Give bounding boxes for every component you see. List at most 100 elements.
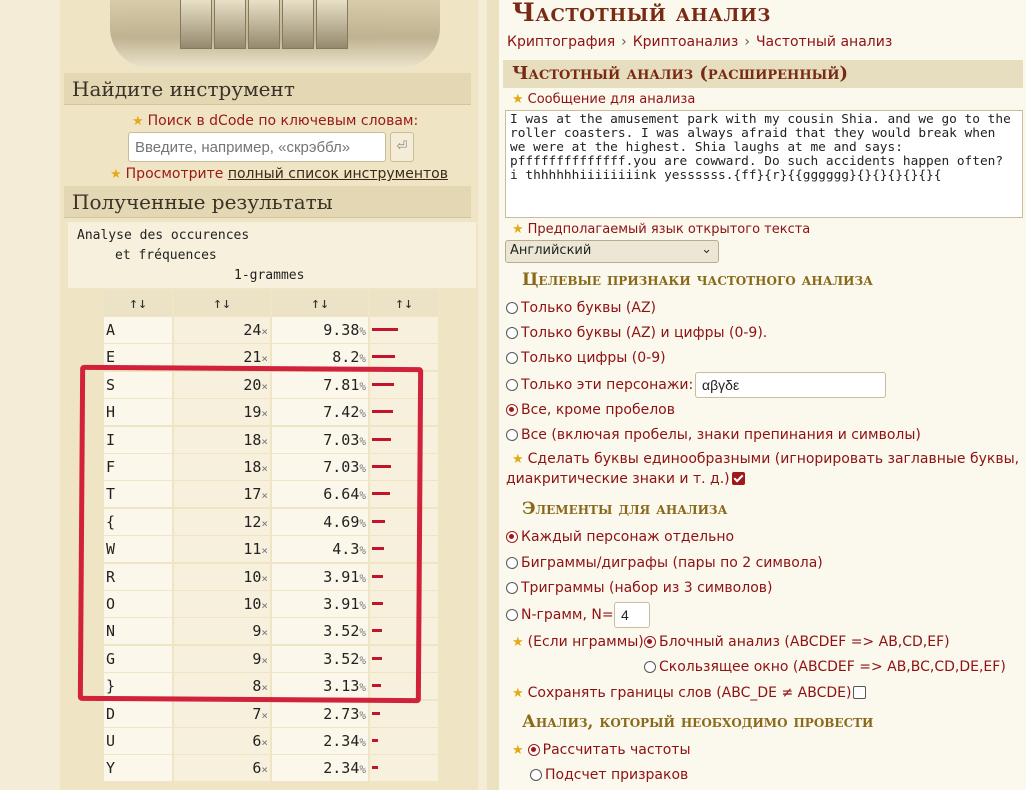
radio-button[interactable]	[506, 352, 518, 364]
radio-button[interactable]	[506, 557, 518, 569]
radio-button-selected[interactable]	[527, 744, 540, 756]
table-row: A 24× 9.38%	[104, 317, 438, 343]
percent-suffix: %	[359, 736, 366, 749]
analysis-option-frequencies[interactable]: ★ Рассчитать частоты	[512, 742, 691, 758]
radio-button[interactable]	[644, 661, 656, 673]
frequency-bar	[372, 355, 395, 359]
elements-heading: Элементы для анализа	[522, 499, 728, 519]
full-list-link[interactable]: полный список инструментов	[228, 166, 448, 182]
highlight-annotation	[77, 364, 424, 704]
count-cell: 7×	[174, 700, 270, 727]
percent-suffix: %	[359, 708, 366, 722]
percent-suffix: %	[359, 352, 366, 366]
keep-bounds-checkbox[interactable]	[853, 686, 867, 699]
star-icon: ★	[512, 452, 524, 467]
percent-suffix: %	[359, 325, 366, 338]
caption-line-3: 1-grammes	[234, 268, 305, 283]
element-option-single[interactable]: Каждый персонаж отдельно	[506, 529, 734, 545]
star-icon: ★	[110, 167, 122, 182]
analysis-heading: Анализ, который необходимо провести	[522, 712, 874, 732]
frequency-bar	[372, 328, 398, 331]
count-value: 24	[243, 321, 262, 339]
letter-value: D	[106, 704, 116, 723]
sort-letter-button[interactable]: ↑↓	[104, 290, 172, 316]
percent-value: 8.2	[332, 348, 360, 367]
search-button[interactable]: ⏎	[390, 132, 414, 162]
sort-percent-button[interactable]: ↑↓	[272, 290, 368, 316]
radio-button[interactable]	[530, 769, 542, 781]
breadcrumb-cryptography[interactable]: Криптография	[507, 34, 615, 50]
percent-value: 2.73	[323, 704, 360, 723]
chevron-down-icon: ⌄	[701, 242, 712, 257]
element-option-trigrams[interactable]: Триграммы (набор из 3 символов)	[506, 580, 772, 596]
sort-count-button[interactable]: ↑↓	[174, 290, 270, 316]
frequency-bar	[372, 711, 380, 715]
sliding-window-option[interactable]: Скользящее окно (ABCDEF => AB,BC,CD,DE,E…	[644, 659, 1006, 675]
percent-cell: 2.34%	[272, 755, 368, 782]
message-textarea[interactable]: I was at the amusement park with my cous…	[505, 110, 1023, 218]
percent-value: 9.38	[323, 321, 360, 339]
target-option-letters[interactable]: Только буквы (AZ)	[506, 300, 656, 316]
bar-cell	[370, 755, 438, 782]
star-icon: ★	[512, 635, 524, 650]
target-option-all-but-spaces[interactable]: Все, кроме пробелов	[506, 402, 675, 418]
table-row: U 6× 2.34%	[104, 728, 438, 754]
count-suffix: ×	[261, 325, 268, 338]
percent-value: 2.34	[323, 732, 360, 750]
analysis-option-ghosts[interactable]: Подсчет призраков	[530, 767, 688, 783]
letter-value: A	[106, 321, 116, 339]
radio-button-selected[interactable]	[506, 531, 518, 543]
letter-cell: A	[104, 317, 172, 343]
radio-button[interactable]	[506, 327, 518, 339]
targets-heading: Целевые признаки частотного анализа	[522, 270, 873, 290]
full-list-line: ★ Просмотрите полный список инструментов	[110, 166, 448, 182]
bar-cell	[370, 728, 438, 754]
uniform-checkbox[interactable]	[731, 472, 745, 485]
breadcrumb: Криптография › Криптоанализ › Частотный анал…	[507, 34, 892, 50]
star-icon: ★	[512, 743, 524, 758]
tool-heading: Частотный анализ (расширенный)	[503, 60, 1023, 88]
breadcrumb-cryptanalysis[interactable]: Криптоанализ	[633, 34, 739, 50]
custom-chars-input[interactable]	[695, 372, 886, 398]
dcode-logo	[110, 0, 440, 68]
letter-cell: D	[104, 700, 172, 727]
ngram-size-input[interactable]	[614, 602, 650, 628]
element-option-bigrams[interactable]: Биграммы/диграфы (пары по 2 символа)	[506, 555, 823, 571]
letter-cell: Y	[104, 755, 172, 782]
message-label: ★ Сообщение для анализа	[512, 92, 696, 107]
sort-bar-button[interactable]: ↑↓	[370, 290, 438, 316]
block-analysis-option[interactable]: Блочный анализ (ABCDEF => AB,CD,EF)	[644, 634, 950, 650]
language-select[interactable]: Английский ⌄	[505, 240, 719, 263]
breadcrumb-frequency-analysis[interactable]: Частотный анализ	[756, 34, 892, 50]
radio-button-selected[interactable]	[506, 404, 518, 416]
radio-button[interactable]	[506, 609, 518, 621]
target-option-all[interactable]: Все (включая пробелы, знаки препинания и…	[506, 427, 921, 443]
count-cell: 24×	[174, 317, 270, 343]
target-option-custom[interactable]: Только эти персонажи:	[506, 377, 693, 393]
bar-cell	[370, 700, 438, 727]
count-suffix: ×	[261, 736, 268, 749]
bar-cell	[370, 317, 438, 343]
count-suffix: ×	[261, 708, 268, 722]
table-header: ↑↓ ↑↓ ↑↓ ↑↓	[104, 290, 438, 316]
uniform-label-line-1: ★ Сделать буквы единообразными (игнориров…	[512, 451, 1020, 467]
radio-button[interactable]	[506, 429, 518, 441]
count-suffix: ×	[261, 763, 268, 777]
radio-button[interactable]	[506, 582, 518, 594]
caption-line-2: et fréquences	[115, 248, 217, 263]
letter-value: U	[106, 732, 116, 750]
radio-button[interactable]	[506, 302, 518, 314]
results-caption: Analyse des occurences et fréquences 1-g…	[68, 222, 476, 288]
radio-button[interactable]	[506, 379, 518, 391]
count-value: 21	[243, 348, 262, 367]
element-option-ngram[interactable]: N-грамм, N=	[506, 607, 614, 623]
letter-value: Y	[106, 759, 116, 778]
target-option-digits[interactable]: Только цифры (0-9)	[506, 350, 666, 366]
search-input[interactable]	[128, 132, 386, 162]
results-heading: Полученные результаты	[64, 186, 471, 218]
star-icon: ★	[512, 686, 524, 701]
target-option-letters-digits[interactable]: Только буквы (AZ) и цифры (0-9).	[506, 325, 767, 341]
star-icon: ★	[512, 222, 524, 237]
if-ngram-label: ★ (Если нграммы)	[512, 634, 644, 650]
radio-button-selected[interactable]	[644, 636, 656, 648]
